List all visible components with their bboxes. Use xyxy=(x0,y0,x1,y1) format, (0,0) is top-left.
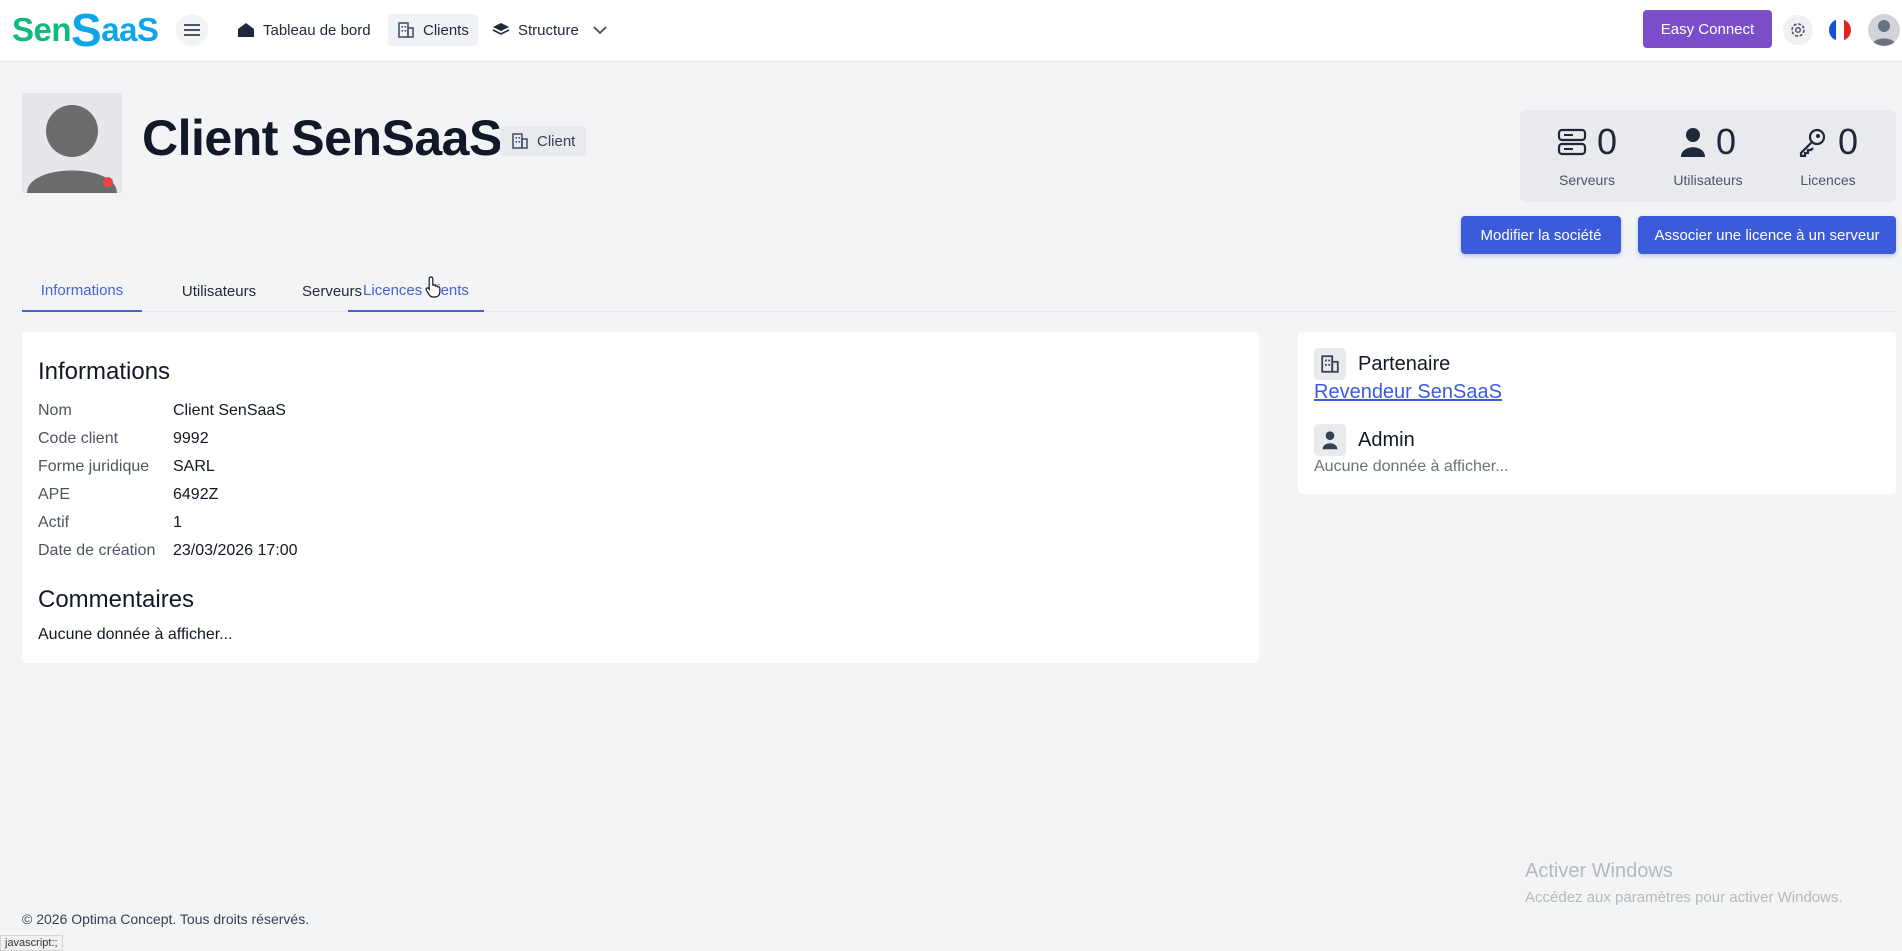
info-key: Forme juridique xyxy=(38,458,150,475)
nav-dashboard[interactable]: Tableau de bord xyxy=(228,14,380,46)
settings-button[interactable] xyxy=(1783,15,1813,45)
info-value: 6492Z xyxy=(173,486,219,503)
tab-utilisateurs[interactable]: Utilisateurs xyxy=(158,270,280,312)
informations-card: Informations Nom Client SenSaaS Code cli… xyxy=(22,332,1259,663)
partner-link[interactable]: Revendeur SenSaaS xyxy=(1314,381,1502,404)
admin-empty-text: Aucune donnée à afficher... xyxy=(1314,458,1509,475)
stat-licenses: 0 Licences xyxy=(1773,124,1883,188)
info-value: 23/03/2026 17:00 xyxy=(173,542,298,559)
client-avatar xyxy=(22,93,122,193)
info-key: Date de création xyxy=(38,542,156,559)
type-badge: Client xyxy=(500,126,587,156)
nav-clients[interactable]: Clients xyxy=(388,14,478,46)
stats-panel: 0 Serveurs 0 Utilisateurs 0 Licences xyxy=(1520,110,1896,202)
footer-copyright: © 2026 Optima Concept. Tous droits réser… xyxy=(22,911,310,927)
server-icon xyxy=(1557,128,1587,156)
stat-servers-label: Serveurs xyxy=(1558,172,1616,188)
logo-text-aas: aaS xyxy=(101,11,159,48)
partner-building-icon xyxy=(1314,348,1346,380)
info-value: SARL xyxy=(173,458,215,475)
brand-logo[interactable]: Sen SaaS xyxy=(12,4,159,56)
info-key: Nom xyxy=(38,402,72,419)
language-flag-fr-icon[interactable] xyxy=(1829,19,1851,41)
home-icon xyxy=(238,23,254,37)
comments-empty-text: Aucune donnée à afficher... xyxy=(38,626,233,643)
easy-connect-button[interactable]: Easy Connect xyxy=(1643,10,1772,48)
nav-structure-label: Structure xyxy=(518,21,579,39)
stat-licenses-value: 0 xyxy=(1837,121,1859,162)
stat-users-label: Utilisateurs xyxy=(1673,172,1743,188)
informations-title: Informations xyxy=(38,358,171,385)
info-value: Client SenSaaS xyxy=(173,402,286,419)
logo-text-s: S xyxy=(71,4,102,56)
windows-activation-watermark: Activer Windows Accédez aux paramètres p… xyxy=(1525,860,1843,906)
stat-servers: 0 Serveurs xyxy=(1532,124,1642,188)
nav-clients-label: Clients xyxy=(423,21,469,39)
gear-icon xyxy=(1791,23,1805,37)
stat-licenses-label: Licences xyxy=(1800,172,1856,188)
partner-header: Partenaire xyxy=(1314,348,1450,380)
edit-company-button[interactable]: Modifier la société xyxy=(1461,216,1621,254)
nav-structure-dropdown[interactable]: Structure xyxy=(483,14,616,46)
building-icon xyxy=(512,133,528,149)
user-placeholder-icon xyxy=(27,105,117,193)
tab-bar: Informations Utilisateurs Serveurs Licen… xyxy=(22,270,1896,312)
stat-users: 0 Utilisateurs xyxy=(1653,121,1763,189)
browser-status-bar: javascript:; xyxy=(0,935,63,951)
hamburger-menu-button[interactable] xyxy=(176,14,208,46)
hand-cursor-icon xyxy=(425,276,441,298)
admin-user-icon xyxy=(1314,424,1346,456)
nav-dashboard-label: Tableau de bord xyxy=(263,21,371,39)
user-avatar[interactable] xyxy=(1868,14,1900,46)
admin-header: Admin xyxy=(1314,424,1415,456)
type-badge-label: Client xyxy=(537,132,576,150)
page-title: Client SenSaaS xyxy=(142,110,502,166)
hamburger-icon xyxy=(184,24,200,36)
assign-license-button[interactable]: Associer une licence à un serveur xyxy=(1638,216,1896,254)
comments-title: Commentaires xyxy=(38,586,195,613)
watermark-line2: Accédez aux paramètres pour activer Wind… xyxy=(1525,889,1843,906)
user-icon xyxy=(1680,128,1705,157)
logo-text-sen: Sen xyxy=(12,11,72,48)
building-icon xyxy=(398,22,414,38)
partner-title: Partenaire xyxy=(1358,352,1451,375)
stat-users-value: 0 xyxy=(1715,121,1737,162)
info-value: 9992 xyxy=(173,430,209,447)
info-key: APE xyxy=(38,486,71,503)
chevron-down-icon xyxy=(593,26,607,35)
watermark-line1: Activer Windows xyxy=(1525,860,1673,882)
info-key: Actif xyxy=(38,514,70,531)
key-icon xyxy=(1799,128,1826,157)
stat-servers-value: 0 xyxy=(1596,121,1618,162)
tab-licences-clients[interactable]: Licences clients xyxy=(348,270,484,312)
user-avatar-icon xyxy=(1872,20,1896,46)
side-card: Partenaire Revendeur SenSaaS Admin Aucun… xyxy=(1298,332,1896,494)
info-key: Code client xyxy=(38,430,119,447)
tab-informations[interactable]: Informations xyxy=(22,270,142,312)
admin-title: Admin xyxy=(1358,428,1415,451)
layers-icon xyxy=(492,23,510,35)
info-value: 1 xyxy=(173,514,182,531)
top-navbar: Sen SaaS Tableau de bord Clients Structur… xyxy=(0,0,1902,62)
